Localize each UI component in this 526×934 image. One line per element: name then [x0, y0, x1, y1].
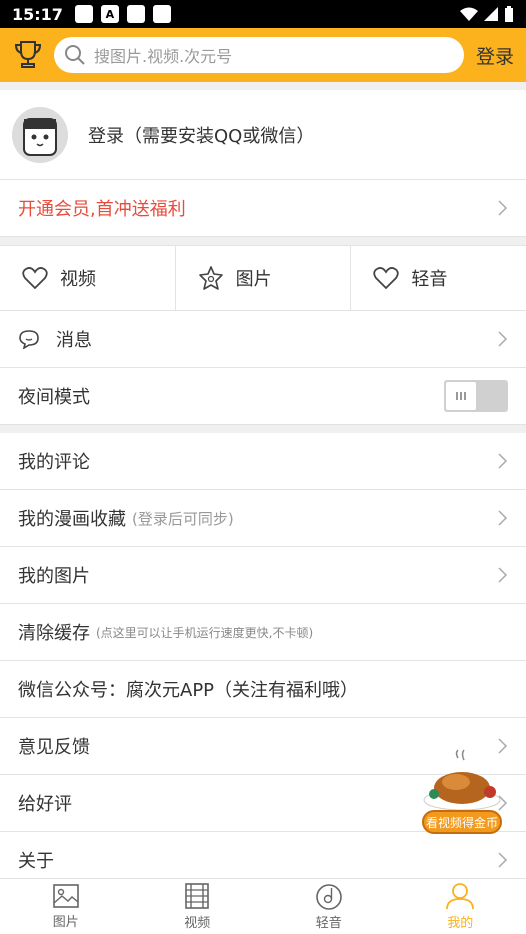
chevron-right-icon [498, 331, 508, 347]
rate-label: 给好评 [18, 794, 72, 815]
status-bar: 15:17 A [0, 0, 526, 28]
search-input[interactable]: 搜图片.视频.次元号 [54, 37, 464, 73]
favorites-tabs: 视频 图片 轻音 [0, 245, 526, 311]
app-a-icon: A [100, 5, 119, 23]
vip-promo-row[interactable]: 开通会员,首冲送福利 [0, 180, 526, 237]
profile-login-row[interactable]: 登录（需要安装QQ或微信） [0, 90, 526, 180]
tab-audio[interactable]: 轻音 [351, 246, 526, 310]
avatar [12, 106, 68, 163]
nav-video[interactable]: 视频 [132, 879, 264, 934]
comic-favorites-note: (登录后可同步) [132, 509, 234, 528]
bottom-nav: 图片 视频 轻音 我的 [0, 878, 526, 934]
tab-video[interactable]: 视频 [0, 246, 176, 310]
feedback-label: 意见反馈 [18, 737, 90, 758]
nav-profile-label: 我的 [447, 916, 474, 931]
signal-icon [484, 7, 498, 21]
login-button[interactable]: 登录 [476, 42, 514, 69]
wechat-label: 微信公众号：腐次元APP（关注有福利哦） [18, 680, 359, 701]
nav-images[interactable]: 图片 [0, 879, 132, 934]
chevron-right-icon [498, 453, 508, 469]
tab-images[interactable]: 图片 [176, 246, 352, 310]
tab-images-label: 图片 [235, 269, 272, 290]
tab-video-label: 视频 [60, 269, 96, 290]
trophy-icon[interactable] [8, 35, 48, 75]
nav-profile[interactable]: 我的 [395, 879, 526, 934]
film-icon [185, 883, 210, 909]
clear-cache-row[interactable]: 清除缓存 (点这里可以让手机运行速度更快,不卡顿) [0, 604, 526, 661]
messages-row[interactable]: 消息 [0, 311, 526, 368]
chevron-right-icon [498, 200, 508, 216]
clear-cache-label: 清除缓存 [18, 623, 90, 644]
chevron-right-icon [498, 852, 508, 868]
my-images-label: 我的图片 [18, 566, 90, 587]
image-icon [52, 884, 79, 908]
vip-promo-label: 开通会员,首冲送福利 [18, 199, 186, 220]
roast-chicken-icon [423, 749, 501, 811]
nav-audio[interactable]: 轻音 [263, 879, 395, 934]
comic-favorites-row[interactable]: 我的漫画收藏 (登录后可同步) [0, 490, 526, 547]
my-images-row[interactable]: 我的图片 [0, 547, 526, 604]
night-mode-label: 夜间模式 [18, 387, 90, 408]
search-icon [65, 45, 85, 65]
search-placeholder: 搜图片.视频.次元号 [94, 47, 233, 66]
star-icon [198, 266, 223, 290]
tab-audio-label: 轻音 [411, 269, 448, 290]
night-mode-toggle[interactable] [444, 380, 508, 412]
heart-icon [22, 267, 48, 290]
music-disc-icon [315, 884, 342, 910]
nav-images-label: 图片 [52, 915, 79, 930]
heart-icon [373, 267, 399, 290]
nav-video-label: 视频 [184, 916, 211, 931]
notification-icon [152, 5, 171, 23]
video-coins-label: 看视频得金币 [422, 810, 502, 834]
my-comments-row[interactable]: 我的评论 [0, 433, 526, 490]
nav-audio-label: 轻音 [315, 916, 342, 931]
video-coins-ad[interactable]: 看视频得金币 [420, 748, 504, 838]
wifi-icon [460, 7, 478, 21]
notification-icon [126, 5, 145, 23]
status-time: 15:17 [12, 4, 63, 24]
chevron-right-icon [498, 510, 508, 526]
messages-label: 消息 [56, 330, 92, 351]
wechat-row[interactable]: 微信公众号：腐次元APP（关注有福利哦） [0, 661, 526, 718]
top-bar: 搜图片.视频.次元号 登录 [0, 28, 526, 82]
comic-favorites-label: 我的漫画收藏 [18, 509, 126, 530]
chevron-right-icon [498, 567, 508, 583]
login-prompt: 登录（需要安装QQ或微信） [88, 125, 315, 147]
my-comments-label: 我的评论 [18, 452, 90, 473]
about-label: 关于 [18, 851, 54, 872]
battery-icon [505, 6, 513, 22]
clear-cache-note: (点这里可以让手机运行速度更快,不卡顿) [96, 625, 314, 640]
night-mode-row: 夜间模式 [0, 368, 526, 425]
person-icon [446, 883, 475, 910]
chat-bubble-icon [19, 330, 39, 349]
notification-icon [74, 5, 93, 23]
